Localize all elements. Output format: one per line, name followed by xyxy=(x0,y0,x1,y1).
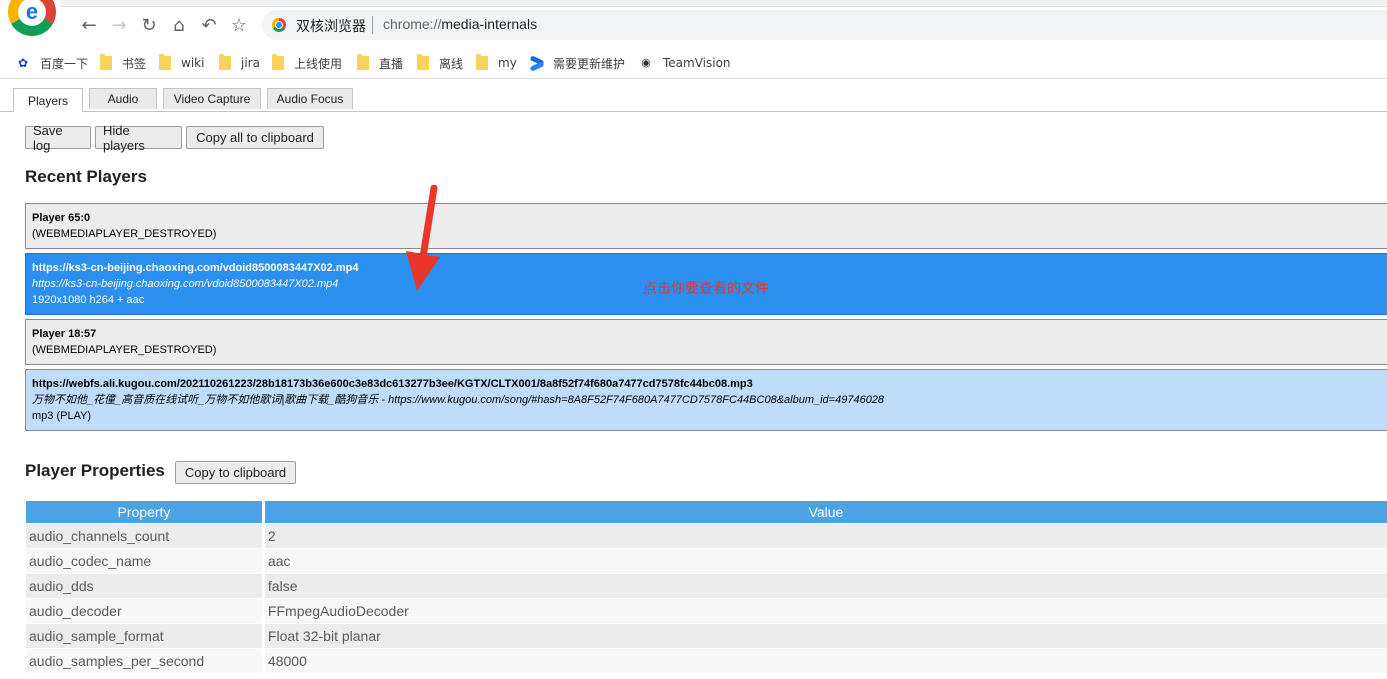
save-log-button[interactable]: Save log xyxy=(25,123,91,153)
player-status: (WEBMEDIAPLAYER_DESTROYED) xyxy=(32,344,217,356)
bookmark-label: wiki xyxy=(181,56,205,70)
bookmark-label: 直播 xyxy=(379,56,404,71)
table-row: audio_dds false xyxy=(26,574,1387,598)
url-text[interactable]: chrome://media-internals xyxy=(383,16,537,32)
url-scheme: chrome:// xyxy=(383,16,442,32)
property-name: audio_samples_per_second xyxy=(26,649,262,673)
property-name: audio_dds xyxy=(26,574,262,598)
bookmark-label: 需要更新维护 xyxy=(553,56,626,71)
bookmark-teamvision[interactable]: ◉ TeamVision xyxy=(639,54,731,72)
property-name: audio_decoder xyxy=(26,599,262,623)
url-host: media-internals xyxy=(441,16,538,32)
property-value: false xyxy=(264,574,1387,598)
property-value: FFmpegAudioDecoder xyxy=(264,599,1387,623)
folder-icon xyxy=(272,54,284,70)
media-internals-tabs: Players Audio Video Capture Audio Focus xyxy=(0,88,1387,112)
confluence-icon xyxy=(529,55,545,71)
address-bar[interactable]: 双核浏览器 chrome://media-internals xyxy=(262,10,1387,40)
omnibox-divider xyxy=(372,16,373,34)
annotation-arrow-icon xyxy=(406,185,440,291)
tab-video-capture[interactable]: Video Capture xyxy=(163,88,261,109)
bookmark-folder[interactable]: 直播 xyxy=(357,54,403,72)
property-value: 2 xyxy=(264,524,1387,548)
reload-icon[interactable]: ↻ xyxy=(138,14,160,36)
player-item[interactable]: Player 18:57 (WEBMEDIAPLAYER_DESTROYED) xyxy=(25,319,1387,365)
undo-icon[interactable]: ↶ xyxy=(198,14,220,36)
folder-icon xyxy=(159,54,171,70)
bookmark-folder[interactable]: my xyxy=(476,54,517,72)
tab-strip xyxy=(60,0,1387,7)
folder-icon xyxy=(357,54,369,70)
property-value: Float 32-bit planar xyxy=(264,624,1387,648)
browser-logo[interactable]: e xyxy=(8,0,56,36)
bookmark-confluence[interactable]: 需要更新维护 xyxy=(529,54,625,72)
table-row: audio_samples_per_second 48000 xyxy=(26,649,1387,673)
copy-to-clipboard-button[interactable]: Copy to clipboard xyxy=(175,461,296,484)
bookmark-folder[interactable]: 上线使用 xyxy=(272,54,342,72)
annotation-text: 点击你要查看的文件 xyxy=(643,281,769,297)
bookmark-label: 离线 xyxy=(439,56,464,71)
folder-icon xyxy=(417,54,429,70)
player-title: Player 65:0 xyxy=(32,212,91,224)
tab-audio[interactable]: Audio xyxy=(89,88,157,109)
folder-icon xyxy=(476,54,488,70)
bookmark-label: jira xyxy=(241,56,260,70)
table-row: audio_codec_name aac xyxy=(26,549,1387,573)
bookmark-folder[interactable]: jira xyxy=(219,54,260,72)
property-value: aac xyxy=(264,549,1387,573)
player-item[interactable]: https://webfs.ali.kugou.com/202110261223… xyxy=(25,369,1387,431)
bookmark-label: 上线使用 xyxy=(294,56,343,71)
baidu-paw-icon: ✿ xyxy=(17,56,29,70)
browser-name: 双核浏览器 xyxy=(296,19,366,35)
player-subtitle: 万物不如他_花僮_高音质在线试听_万物不如他歌词|歌曲下载_酷狗音乐 - htt… xyxy=(32,394,885,406)
player-title: https://ks3-cn-beijing.chaoxing.com/vdoi… xyxy=(32,262,359,274)
player-status: mp3 (PLAY) xyxy=(32,410,92,422)
bookmark-label: TeamVision xyxy=(663,56,731,70)
table-header-row: Property Value xyxy=(26,501,1387,523)
home-icon[interactable]: ⌂ xyxy=(168,14,190,36)
tab-players[interactable]: Players xyxy=(13,88,83,112)
bookmark-label: my xyxy=(498,56,517,70)
player-title: Player 18:57 xyxy=(32,328,97,340)
bookmark-label: 书签 xyxy=(122,56,147,71)
browser-toolbar: e ← → ↻ ⌂ ↶ ☆ 双核浏览器 chrome://media-inter… xyxy=(0,0,1387,44)
column-header-property: Property xyxy=(26,501,262,523)
tab-audio-focus[interactable]: Audio Focus xyxy=(267,88,353,109)
folder-icon xyxy=(219,54,231,70)
column-header-value: Value xyxy=(264,501,1387,523)
player-title: https://webfs.ali.kugou.com/202110261223… xyxy=(32,378,753,390)
forward-icon[interactable]: → xyxy=(108,14,130,36)
property-name: audio_codec_name xyxy=(26,549,262,573)
eye-icon: ◉ xyxy=(641,56,651,69)
bookmarks-bar: ✿ 百度一下 书签 wiki jira 上线使用 直播 离线 my 需要更新维护 … xyxy=(0,48,1387,79)
chrome-page-icon xyxy=(272,18,286,32)
property-name: audio_channels_count xyxy=(26,524,262,548)
table-row: audio_decoder FFmpegAudioDecoder xyxy=(26,599,1387,623)
back-icon[interactable]: ← xyxy=(78,14,100,36)
bookmark-folder[interactable]: 书签 xyxy=(100,54,146,72)
hide-players-button[interactable]: Hide players xyxy=(95,123,182,153)
table-row: audio_sample_format Float 32-bit planar xyxy=(26,624,1387,648)
property-value: 48000 xyxy=(264,649,1387,673)
bookmark-folder[interactable]: 离线 xyxy=(417,54,463,72)
player-item[interactable]: Player 65:0 (WEBMEDIAPLAYER_DESTROYED) xyxy=(25,203,1387,249)
recent-players-heading: Recent Players xyxy=(25,167,147,186)
property-name: audio_sample_format xyxy=(26,624,262,648)
table-row: audio_channels_count 2 xyxy=(26,524,1387,548)
bookmark-folder[interactable]: wiki xyxy=(159,54,204,72)
player-properties-heading: Player Properties xyxy=(25,461,165,480)
copy-all-button[interactable]: Copy all to clipboard xyxy=(186,126,324,149)
star-icon[interactable]: ☆ xyxy=(228,14,250,36)
folder-icon xyxy=(100,54,112,70)
bookmark-label: 百度一下 xyxy=(40,56,89,71)
player-status: (WEBMEDIAPLAYER_DESTROYED) xyxy=(32,228,217,240)
bookmark-baidu[interactable]: ✿ 百度一下 xyxy=(16,54,88,72)
properties-table: Property Value audio_channels_count 2 aud… xyxy=(26,500,1387,674)
